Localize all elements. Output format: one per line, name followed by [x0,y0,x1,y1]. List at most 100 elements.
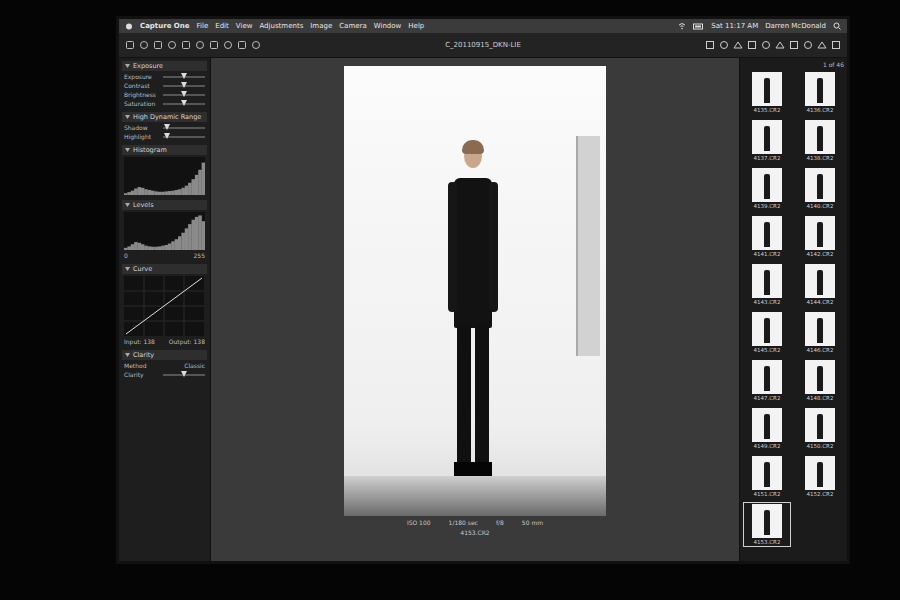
disclosure-icon[interactable] [125,267,130,272]
picker-icon[interactable] [223,40,233,50]
spot-icon[interactable] [209,40,219,50]
slider-knob[interactable] [164,124,170,130]
thumbnail[interactable]: 4149.CR2 [743,406,791,451]
thumbnail-label[interactable]: 4140.CR2 [807,203,834,209]
section-header[interactable]: Clarity [122,350,207,360]
thumbnail-image[interactable] [752,408,782,442]
thumbnail-image[interactable] [752,120,782,154]
menu-item[interactable]: Camera [339,22,366,30]
color-icon[interactable] [747,40,757,50]
thumbnail-image[interactable] [752,456,782,490]
thumbnail[interactable]: 4137.CR2 [743,118,791,163]
curve-graph[interactable] [124,276,204,336]
settings-icon[interactable] [817,40,827,50]
thumbnail-image[interactable] [805,72,835,106]
thumbnail[interactable]: 4145.CR2 [743,310,791,355]
thumbnail-label[interactable]: 4142.CR2 [807,251,834,257]
thumbnail-image[interactable] [752,72,782,106]
thumbnail-label[interactable]: 4145.CR2 [754,347,781,353]
slider-knob[interactable] [181,100,187,106]
thumbnail-image[interactable] [805,408,835,442]
exposure-icon[interactable] [761,40,771,50]
levels-high[interactable]: 255 [194,252,205,259]
thumbnail-image[interactable] [752,504,782,538]
slider-knob[interactable] [181,82,187,88]
method-value[interactable]: Classic [184,362,205,369]
thumbnail[interactable]: 4148.CR2 [796,358,844,403]
section-header[interactable]: Histogram [122,145,207,155]
thumbnail[interactable]: 4146.CR2 [796,310,844,355]
battery-icon[interactable] [693,23,704,30]
thumbnail-image[interactable] [752,168,782,202]
user-name[interactable]: Darren McDonald [765,22,826,30]
thumbnail[interactable]: 4152.CR2 [796,454,844,499]
slider-track[interactable] [163,136,205,138]
thumbnail-image[interactable] [752,312,782,346]
thumbnail-label[interactable]: 4139.CR2 [754,203,781,209]
disclosure-icon[interactable] [125,353,130,358]
crop-icon[interactable] [167,40,177,50]
import-icon[interactable] [125,40,135,50]
thumbnail-label[interactable]: 4147.CR2 [754,395,781,401]
thumbnail[interactable]: 4139.CR2 [743,166,791,211]
thumbnail-label[interactable]: 4144.CR2 [807,299,834,305]
thumbnail-label[interactable]: 4141.CR2 [754,251,781,257]
library-icon[interactable] [719,40,729,50]
disclosure-icon[interactable] [125,203,130,208]
rotate-icon[interactable] [181,40,191,50]
thumbnail[interactable]: 4147.CR2 [743,358,791,403]
keystone-icon[interactable] [195,40,205,50]
meta-icon[interactable] [803,40,813,50]
menu-item[interactable]: Help [408,22,424,30]
section-header[interactable]: High Dynamic Range [122,112,207,122]
slider-knob[interactable] [181,91,187,97]
slider-track[interactable] [163,127,205,129]
slider-knob[interactable] [181,73,187,79]
thumbnail[interactable]: 4151.CR2 [743,454,791,499]
menu-item[interactable]: Window [374,22,402,30]
wifi-icon[interactable] [678,22,686,30]
thumbnail-image[interactable] [805,168,835,202]
delete-icon[interactable] [251,40,261,50]
thumbnail-image[interactable] [805,120,835,154]
rating-icon[interactable] [237,40,247,50]
details-icon[interactable] [789,40,799,50]
thumbnail[interactable]: 4153.CR2 [743,502,791,547]
slider-knob[interactable] [181,371,187,377]
cursor-icon[interactable] [733,40,743,50]
capture-icon[interactable] [139,40,149,50]
search-icon[interactable] [833,22,841,30]
app-menu[interactable]: Capture One [140,22,190,30]
thumbnail-image[interactable] [805,360,835,394]
thumbnail-label[interactable]: 4153.CR2 [754,539,781,545]
slider-track[interactable] [163,103,205,105]
thumbnail[interactable]: 4144.CR2 [796,262,844,307]
apple-icon[interactable] [125,22,133,30]
thumbnail[interactable]: 4141.CR2 [743,214,791,259]
disclosure-icon[interactable] [125,115,130,120]
lens-icon[interactable] [775,40,785,50]
disclosure-icon[interactable] [125,148,130,153]
thumbnail-label[interactable]: 4151.CR2 [754,491,781,497]
thumbnail-image[interactable] [805,264,835,298]
thumbnail-image[interactable] [752,216,782,250]
disclosure-icon[interactable] [125,64,130,69]
thumbnail-image[interactable] [805,456,835,490]
thumbnail-label[interactable]: 4152.CR2 [807,491,834,497]
slider-track[interactable] [163,85,205,87]
section-header[interactable]: Curve [122,264,207,274]
menu-item[interactable]: Image [310,22,332,30]
thumbnail-image[interactable] [805,312,835,346]
thumbnail[interactable]: 4150.CR2 [796,406,844,451]
thumbnail-label[interactable]: 4149.CR2 [754,443,781,449]
thumbnail-label[interactable]: 4137.CR2 [754,155,781,161]
thumbnail[interactable]: 4138.CR2 [796,118,844,163]
menu-item[interactable]: View [236,22,253,30]
thumbnail-label[interactable]: 4146.CR2 [807,347,834,353]
thumbnail-label[interactable]: 4150.CR2 [807,443,834,449]
slider-track[interactable] [163,94,205,96]
section-header[interactable]: Exposure [122,61,207,71]
menu-item[interactable]: File [197,22,209,30]
thumbnail-label[interactable]: 4148.CR2 [807,395,834,401]
slider-knob[interactable] [164,133,170,139]
